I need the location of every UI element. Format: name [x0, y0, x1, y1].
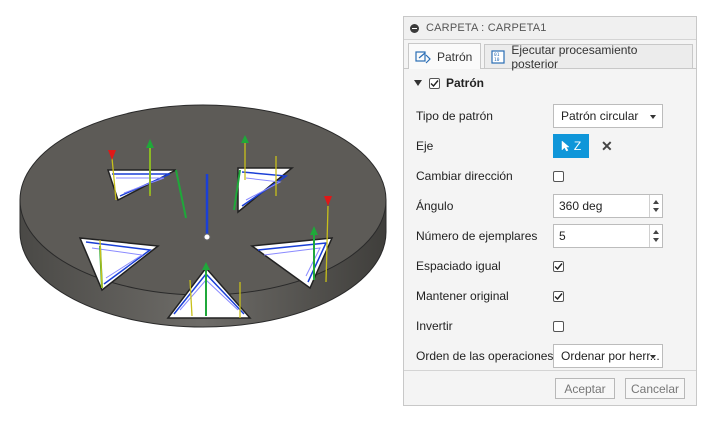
orden-operaciones-value: Ordenar por herr... — [561, 349, 660, 363]
row-eje: Eje Z ✕ — [416, 133, 686, 159]
pattern-axis-origin — [203, 233, 211, 241]
angulo-spinner[interactable] — [649, 195, 662, 217]
row-mantener-original: Mantener original — [416, 283, 686, 309]
dialog-footer: Aceptar Cancelar — [404, 370, 696, 405]
eje-value: Z — [573, 139, 582, 153]
dropdown-caret-icon — [650, 115, 656, 119]
postprocess-tab-icon: 01 10 — [491, 49, 505, 64]
checkmark-icon — [554, 292, 563, 300]
cambiar-direccion-label: Cambiar dirección — [416, 169, 513, 183]
checkmark-icon — [430, 79, 439, 87]
espaciado-igual-label: Espaciado igual — [416, 259, 501, 273]
row-cambiar-direccion: Cambiar dirección — [416, 163, 686, 189]
num-ejemplares-input[interactable]: 5 — [553, 224, 663, 248]
accept-button[interactable]: Aceptar — [555, 378, 615, 399]
cancel-button[interactable]: Cancelar — [625, 378, 685, 399]
espaciado-igual-checkbox[interactable] — [553, 260, 564, 272]
tipo-patron-select[interactable]: Patrón circular — [553, 104, 663, 128]
pattern-dialog: CARPETA : CARPETA1 Patrón 01 10 Ejecutar… — [403, 16, 697, 406]
eje-label: Eje — [416, 139, 434, 153]
svg-text:10: 10 — [494, 57, 500, 63]
spin-up-icon[interactable] — [653, 200, 659, 204]
dropdown-caret-icon — [650, 355, 656, 359]
mantener-original-checkbox[interactable] — [553, 290, 564, 302]
num-ejemplares-spinner[interactable] — [649, 225, 662, 247]
section-patron[interactable]: Patrón — [404, 69, 696, 97]
tab-postprocess-label: Ejecutar procesamiento posterior — [511, 42, 638, 71]
dialog-title: CARPETA : CARPETA1 — [426, 22, 547, 34]
tab-patron[interactable]: Patrón — [408, 43, 482, 69]
pattern-tab-icon — [415, 50, 431, 64]
dialog-titlebar: CARPETA : CARPETA1 — [404, 17, 696, 40]
section-patron-checkbox[interactable] — [429, 77, 440, 89]
orden-operaciones-label: Orden de las operaciones — [416, 349, 554, 363]
tab-patron-label: Patrón — [437, 49, 473, 64]
angulo-label: Ángulo — [416, 199, 454, 213]
row-angulo: Ángulo 360 deg — [416, 193, 686, 219]
graphics-viewport[interactable] — [0, 0, 400, 425]
clear-selection-icon[interactable]: ✕ — [601, 138, 613, 155]
spin-up-icon[interactable] — [653, 230, 659, 234]
row-espaciado-igual: Espaciado igual — [416, 253, 686, 279]
row-num-ejemplares: Número de ejemplares 5 — [416, 223, 686, 249]
cursor-arrow-icon — [561, 140, 570, 152]
angulo-input[interactable]: 360 deg — [553, 194, 663, 218]
spin-down-icon[interactable] — [653, 238, 659, 242]
tab-bar: Patrón 01 10 Ejecutar procesamiento post… — [404, 40, 696, 71]
row-orden-operaciones: Orden de las operaciones Ordenar por her… — [416, 343, 686, 369]
num-ejemplares-value: 5 — [559, 229, 566, 243]
row-invertir: Invertir — [416, 313, 686, 339]
expand-triangle-icon[interactable] — [414, 80, 422, 86]
num-ejemplares-label: Número de ejemplares — [416, 229, 538, 243]
part-model — [19, 104, 387, 328]
invertir-checkbox[interactable] — [553, 320, 564, 332]
tab-postprocess[interactable]: 01 10 Ejecutar procesamiento posterior — [484, 42, 693, 71]
cambiar-direccion-checkbox[interactable] — [553, 170, 564, 182]
eje-select-button[interactable]: Z — [553, 134, 589, 158]
mantener-original-label: Mantener original — [416, 289, 509, 303]
spin-down-icon[interactable] — [653, 208, 659, 212]
invertir-label: Invertir — [416, 319, 453, 333]
row-tipo-patron: Tipo de patrón Patrón circular — [416, 103, 686, 129]
tipo-patron-label: Tipo de patrón — [416, 109, 493, 123]
section-patron-label: Patrón — [446, 76, 485, 90]
checkmark-icon — [554, 262, 563, 270]
tipo-patron-value: Patrón circular — [561, 109, 639, 123]
collapse-icon[interactable] — [410, 23, 419, 33]
angulo-value: 360 deg — [559, 199, 603, 213]
orden-operaciones-select[interactable]: Ordenar por herr... — [553, 344, 663, 368]
